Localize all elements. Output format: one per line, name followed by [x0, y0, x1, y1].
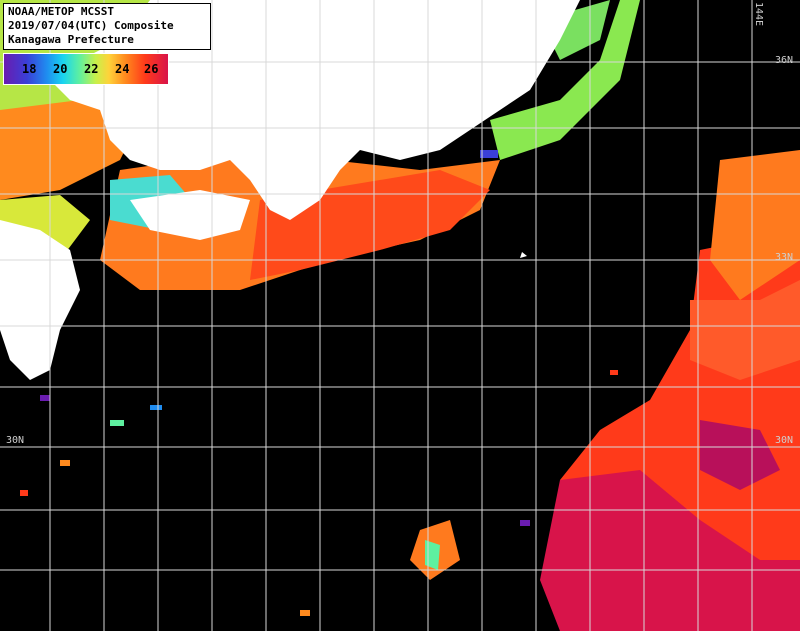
title-line-1: NOAA/METOP MCSST: [8, 5, 114, 18]
title-line-2: 2019/07/04(UTC) Composite: [8, 19, 174, 32]
lat-label-30n-left: 30N: [6, 435, 25, 446]
title-line-3: Kanagawa Prefecture: [8, 33, 134, 46]
legend-tick-20: 20: [53, 62, 68, 76]
temperature-legend: 18 20 22 24 26: [3, 53, 169, 85]
legend-tick-22: 22: [84, 62, 99, 76]
legend-tick-24: 24: [115, 62, 130, 76]
lat-label-36n: 36N: [775, 55, 794, 66]
sst-map: NOAA/METOP MCSST 2019/07/04(UTC) Composi…: [0, 0, 800, 631]
lon-label-144e: 144E: [753, 2, 764, 27]
title-box: NOAA/METOP MCSST 2019/07/04(UTC) Composi…: [3, 3, 211, 50]
sst-image: [0, 0, 800, 631]
lat-label-33n: 33N: [775, 252, 794, 263]
legend-tick-26: 26: [144, 62, 159, 76]
lat-label-30n-right: 30N: [775, 435, 794, 446]
legend-tick-18: 18: [22, 62, 37, 76]
